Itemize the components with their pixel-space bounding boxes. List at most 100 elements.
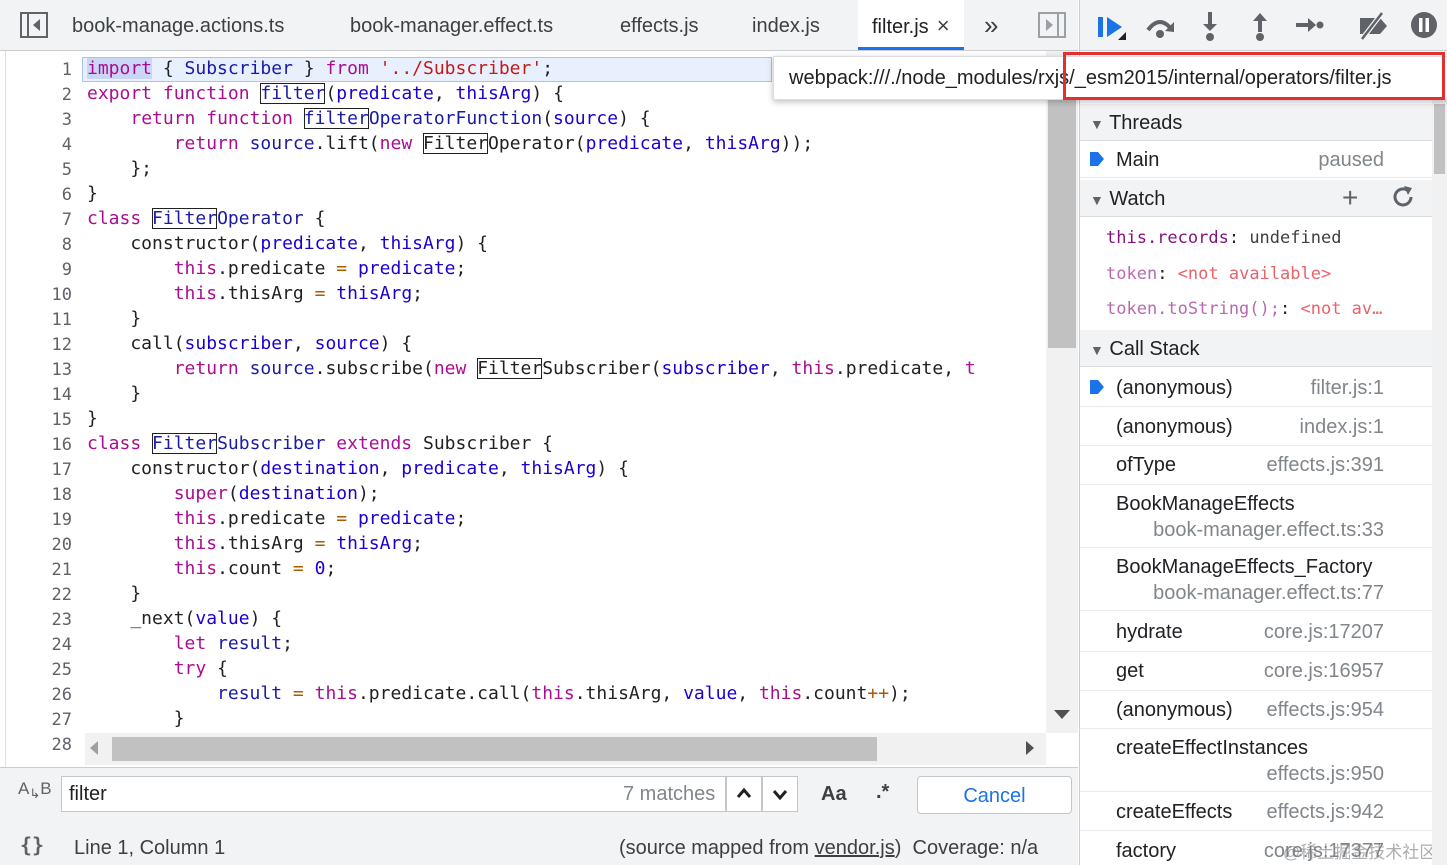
line-number[interactable]: 23 (20, 610, 72, 630)
line-number[interactable]: 9 (20, 260, 72, 280)
line-number[interactable]: 14 (20, 385, 72, 405)
code-line: export function filter(predicate, thisAr… (87, 83, 564, 104)
call-frame-row[interactable]: createEffectInstances effects.js:950 (1080, 729, 1432, 792)
line-number[interactable]: 12 (20, 335, 72, 355)
watch-item[interactable]: token: <not available> (1080, 256, 1432, 291)
toggle-navigator-icon[interactable] (20, 12, 48, 42)
frame-location: effects.js:954 (1266, 699, 1384, 721)
pause-on-exceptions-button[interactable] (1410, 11, 1438, 44)
search-next-button[interactable] (762, 776, 798, 812)
line-number[interactable]: 8 (20, 235, 72, 255)
tab-book-manager-effect[interactable]: book-manager.effect.ts (350, 0, 553, 50)
search-prev-button[interactable] (726, 776, 762, 812)
pretty-print-icon[interactable]: {} (20, 833, 44, 857)
code-line: _next(value) { (87, 608, 283, 629)
line-number[interactable]: 16 (20, 435, 72, 455)
code-line: } (87, 383, 142, 404)
call-frame-row[interactable]: (anonymous) effects.js:954 (1080, 691, 1432, 729)
tab-overflow-icon[interactable]: » (984, 0, 998, 50)
replace-toggle-icon[interactable]: A↳B (18, 780, 52, 800)
line-number[interactable]: 28 (20, 735, 72, 755)
regex-button[interactable]: .* (876, 781, 889, 804)
frame-name: createEffectInstances (1116, 737, 1308, 759)
call-frame-row[interactable]: BookManageEffects_Factory book-manager.e… (1080, 548, 1432, 611)
code-line: this.thisArg = thisArg; (173, 283, 423, 304)
scroll-down-icon[interactable] (1054, 710, 1070, 719)
line-number[interactable]: 4 (20, 135, 72, 155)
editor-horizontal-scroll-thumb[interactable] (112, 737, 877, 761)
coverage-info: Coverage: n/a (912, 837, 1039, 859)
line-number[interactable]: 22 (20, 585, 72, 605)
chevron-up-icon (736, 787, 752, 798)
call-frame-row[interactable]: ofType effects.js:391 (1080, 446, 1432, 485)
tab-effects[interactable]: effects.js (620, 0, 699, 50)
thread-row[interactable]: Main paused (1080, 141, 1432, 178)
watch-expr: token.toString(); (1106, 299, 1280, 319)
line-number[interactable]: 2 (20, 85, 72, 105)
line-number[interactable]: 15 (20, 410, 72, 430)
code-line: return source.lift(new FilterOperator(pr… (173, 133, 814, 154)
line-number[interactable]: 27 (20, 710, 72, 730)
step-into-icon (1203, 12, 1217, 41)
sidebar-scroll-thumb[interactable] (1434, 104, 1445, 174)
resume-button[interactable] (1096, 12, 1130, 49)
tab-label: index.js (752, 15, 820, 37)
line-number[interactable]: 19 (20, 510, 72, 530)
close-icon[interactable]: × (937, 13, 950, 38)
call-stack-section-header[interactable]: ▼ Call Stack (1080, 330, 1432, 367)
call-frame-row[interactable]: BookManageEffects book-manager.effect.ts… (1080, 485, 1432, 548)
step-out-icon (1253, 13, 1267, 41)
line-number[interactable]: 1 (20, 60, 72, 80)
line-number[interactable]: 21 (20, 560, 72, 580)
deactivate-breakpoints-button[interactable] (1356, 11, 1390, 45)
step-into-button[interactable] (1198, 10, 1222, 47)
watch-section-header[interactable]: ▼ Watch (1080, 180, 1432, 217)
step-out-button[interactable] (1248, 10, 1272, 47)
watch-item[interactable]: token.toString();: <not av… (1080, 291, 1432, 326)
frame-name: (anonymous) (1116, 377, 1233, 399)
scroll-right-icon[interactable] (1026, 741, 1034, 755)
call-frame-row[interactable]: (anonymous) filter.js:1 (1080, 369, 1432, 407)
line-number[interactable]: 3 (20, 110, 72, 130)
line-number[interactable]: 17 (20, 460, 72, 480)
line-number[interactable]: 20 (20, 535, 72, 555)
line-number[interactable]: 24 (20, 635, 72, 655)
code-line: try { (173, 658, 228, 679)
watch-item[interactable]: this.records: undefined (1080, 220, 1432, 255)
tab-label: effects.js (620, 15, 699, 37)
tab-index[interactable]: index.js (752, 0, 820, 50)
call-frame-row[interactable]: createEffects effects.js:942 (1080, 792, 1432, 831)
scroll-left-icon[interactable] (90, 741, 98, 755)
threads-section-header[interactable]: ▼ Threads (1080, 104, 1432, 141)
line-number[interactable]: 5 (20, 160, 72, 180)
call-frame-row[interactable]: get core.js:16957 (1080, 652, 1432, 691)
cancel-button[interactable]: Cancel (917, 776, 1072, 814)
highlight-annotation-box (1063, 52, 1445, 100)
toggle-debugger-icon[interactable] (1038, 12, 1066, 42)
frame-location: effects.js:942 (1266, 801, 1384, 823)
tab-book-manage-actions[interactable]: book-manage.actions.ts (72, 0, 284, 50)
code-line: let result; (173, 633, 293, 654)
refresh-icon (1393, 186, 1413, 207)
line-number[interactable]: 13 (20, 360, 72, 380)
step-button[interactable] (1294, 12, 1324, 45)
line-number[interactable]: 10 (20, 285, 72, 305)
refresh-watch-button[interactable] (1391, 185, 1415, 214)
match-case-button[interactable]: Aa (821, 783, 847, 806)
line-number[interactable]: 25 (20, 660, 72, 680)
sidebar-scrollbar[interactable] (1432, 100, 1447, 865)
line-number[interactable]: 26 (20, 685, 72, 705)
tab-filter[interactable]: filter.js × (858, 0, 964, 50)
source-map-link[interactable]: vendor.js (815, 837, 895, 859)
call-frame-row[interactable]: (anonymous) index.js:1 (1080, 407, 1432, 446)
line-number[interactable]: 6 (20, 185, 72, 205)
code-line: constructor(predicate, thisArg) { (87, 233, 488, 254)
line-number[interactable]: 18 (20, 485, 72, 505)
line-number[interactable]: 7 (20, 210, 72, 230)
call-frame-row[interactable]: hydrate core.js:17207 (1080, 611, 1432, 652)
step-over-button[interactable] (1144, 12, 1178, 45)
triangle-down-icon: ▼ (1090, 116, 1104, 132)
add-watch-icon[interactable]: + (1342, 184, 1358, 212)
frame-location: effects.js:391 (1266, 454, 1384, 476)
line-number[interactable]: 11 (20, 310, 72, 330)
